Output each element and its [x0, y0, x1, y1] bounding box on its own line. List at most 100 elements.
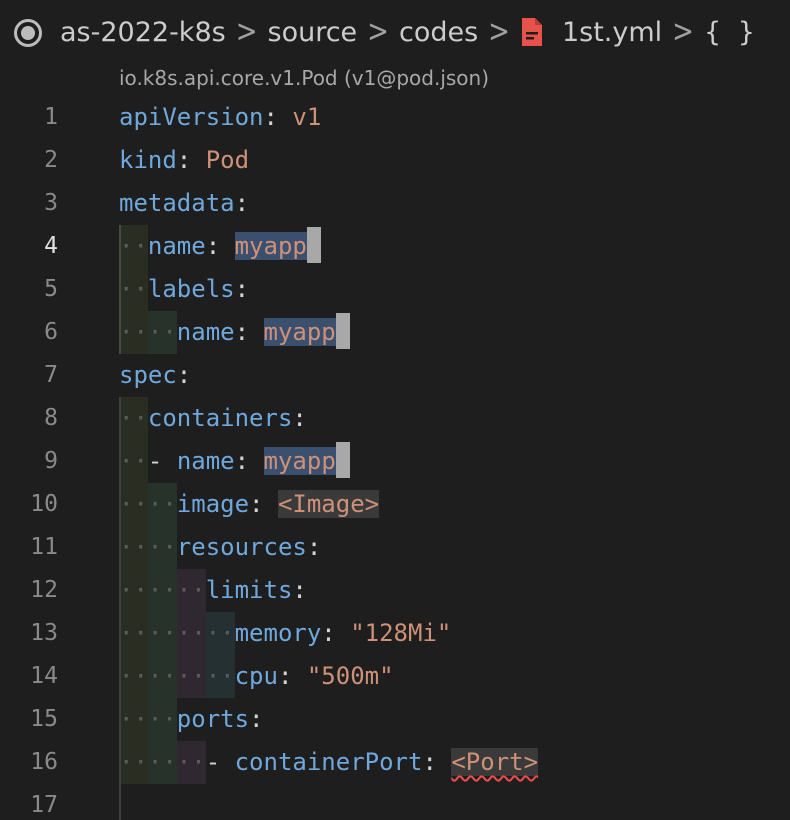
yaml-punctuation: :: [277, 662, 307, 690]
code-editor[interactable]: 1 apiVersion: v1 2 kind: Pod 3 metadata: 4 ··na…: [0, 96, 790, 820]
yaml-value: "128Mi": [350, 619, 452, 647]
breadcrumb-item-source[interactable]: source: [268, 17, 358, 48]
yaml-key: memory: [234, 619, 322, 647]
code-line[interactable]: 15 ····ports:: [0, 698, 790, 741]
line-number: 4: [44, 233, 58, 259]
line-number: 14: [30, 663, 58, 689]
line-number: 1: [44, 104, 58, 130]
yaml-punctuation: :: [249, 705, 264, 733]
line-number: 8: [44, 405, 58, 431]
line-number: 15: [30, 706, 58, 732]
code-line[interactable]: 14 ········cpu: "500m": [0, 655, 790, 698]
code-text[interactable]: kind: Pod: [119, 139, 249, 182]
line-number: 11: [30, 534, 58, 560]
code-text[interactable]: ··containers:: [119, 397, 307, 440]
yaml-key: ports: [176, 705, 250, 733]
yaml-punctuation: :: [263, 103, 293, 131]
yaml-key: name: [147, 232, 206, 260]
code-line[interactable]: 2 kind: Pod: [0, 139, 790, 182]
yaml-value: myapp: [263, 318, 336, 346]
chevron-right-icon: >: [488, 14, 510, 50]
yaml-punctuation: :: [234, 275, 250, 303]
yaml-punctuation: :: [306, 533, 322, 561]
yaml-value: myapp: [263, 447, 336, 475]
text-cursor: [306, 227, 321, 263]
code-text[interactable]: ····ports:: [119, 698, 264, 741]
line-number: 10: [30, 491, 58, 517]
yaml-punctuation: -: [205, 748, 235, 776]
code-line[interactable]: 10 ····image: <Image>: [0, 483, 790, 526]
code-line[interactable]: 9 ··- name: myapp: [0, 440, 790, 483]
yaml-key: containers: [147, 404, 293, 432]
code-line[interactable]: 1 apiVersion: v1: [0, 96, 790, 139]
line-number: 17: [30, 792, 58, 818]
code-line[interactable]: 4 ··name: myapp: [0, 225, 790, 268]
yaml-key: apiVersion: [119, 103, 264, 131]
yaml-key: cpu: [234, 662, 278, 690]
yaml-punctuation: -: [147, 447, 177, 475]
line-number: 7: [44, 362, 58, 388]
code-text[interactable]: ··labels:: [119, 268, 249, 311]
code-text[interactable]: metadata:: [119, 182, 249, 225]
code-text[interactable]: ··- name: myapp: [119, 440, 350, 483]
line-number: 13: [30, 620, 58, 646]
whitespace-marker: ········: [119, 662, 235, 690]
code-text[interactable]: ··name: myapp: [119, 225, 321, 268]
whitespace-marker: ········: [119, 619, 235, 647]
whitespace-marker: ······: [119, 576, 206, 604]
line-number: 12: [30, 577, 58, 603]
code-line[interactable]: 11 ····resources:: [0, 526, 790, 569]
breadcrumb-item-file[interactable]: 1st.yml: [520, 17, 662, 48]
code-line[interactable]: 12 ······limits:: [0, 569, 790, 612]
whitespace-marker: ····: [119, 533, 177, 561]
whitespace-marker: ······: [119, 748, 206, 776]
whitespace-marker: ····: [119, 705, 177, 733]
breadcrumb-item-symbol[interactable]: { }: [704, 17, 759, 48]
code-text[interactable]: apiVersion: v1: [119, 96, 321, 139]
code-text[interactable]: ····resources:: [119, 526, 321, 569]
whitespace-marker: ··: [119, 232, 148, 260]
snippet-placeholder: <Image>: [277, 490, 380, 518]
schema-hint[interactable]: io.k8s.api.core.v1.Pod (v1@pod.json): [119, 66, 489, 92]
whitespace-marker: ····: [119, 318, 177, 346]
text-cursor: [335, 313, 350, 349]
yaml-punctuation: :: [249, 490, 278, 518]
code-line[interactable]: 3 metadata:: [0, 182, 790, 225]
code-line[interactable]: 7 spec:: [0, 354, 790, 397]
line-number: 9: [44, 448, 58, 474]
yaml-punctuation: :: [176, 361, 192, 389]
breadcrumb-file-label: 1st.yml: [561, 16, 663, 48]
code-line[interactable]: 8 ··containers:: [0, 397, 790, 440]
chevron-right-icon: >: [672, 14, 694, 50]
code-text[interactable]: ········cpu: "500m": [119, 655, 394, 698]
line-number: 2: [44, 147, 58, 173]
yaml-key: resources: [176, 533, 307, 561]
code-line[interactable]: 17: [0, 784, 790, 820]
code-text[interactable]: ····name: myapp: [119, 311, 350, 354]
code-line[interactable]: 13 ········memory: "128Mi": [0, 612, 790, 655]
code-text[interactable]: ········memory: "128Mi": [119, 612, 451, 655]
yaml-file-icon: [521, 18, 542, 46]
code-line[interactable]: 6 ····name: myapp: [0, 311, 790, 354]
code-text[interactable]: ····image: <Image>: [119, 483, 380, 526]
yaml-punctuation: :: [176, 146, 206, 174]
yaml-key: containerPort: [234, 748, 423, 776]
yaml-key: kind: [119, 146, 177, 174]
yaml-value: Pod: [205, 146, 250, 174]
yaml-key: name: [176, 318, 235, 346]
snippet-placeholder: <Port>: [451, 748, 539, 776]
yaml-key: spec: [119, 361, 177, 389]
breadcrumb-item-codes[interactable]: codes: [399, 17, 478, 48]
text-cursor: [335, 442, 350, 478]
yaml-key: metadata: [119, 189, 235, 217]
code-text[interactable]: ······- containerPort: <Port>: [119, 741, 539, 784]
breadcrumb-item-project[interactable]: as-2022-k8s: [60, 17, 226, 48]
code-text[interactable]: ······limits:: [119, 569, 307, 612]
code-text[interactable]: spec:: [119, 354, 191, 397]
code-line[interactable]: 5 ··labels:: [0, 268, 790, 311]
whitespace-marker: ··: [119, 404, 148, 432]
breadcrumb: as-2022-k8s > source > codes > 1st.yml >…: [0, 0, 790, 64]
chevron-right-icon: >: [235, 14, 258, 50]
record-icon[interactable]: [12, 17, 42, 47]
code-line[interactable]: 16 ······- containerPort: <Port>: [0, 741, 790, 784]
